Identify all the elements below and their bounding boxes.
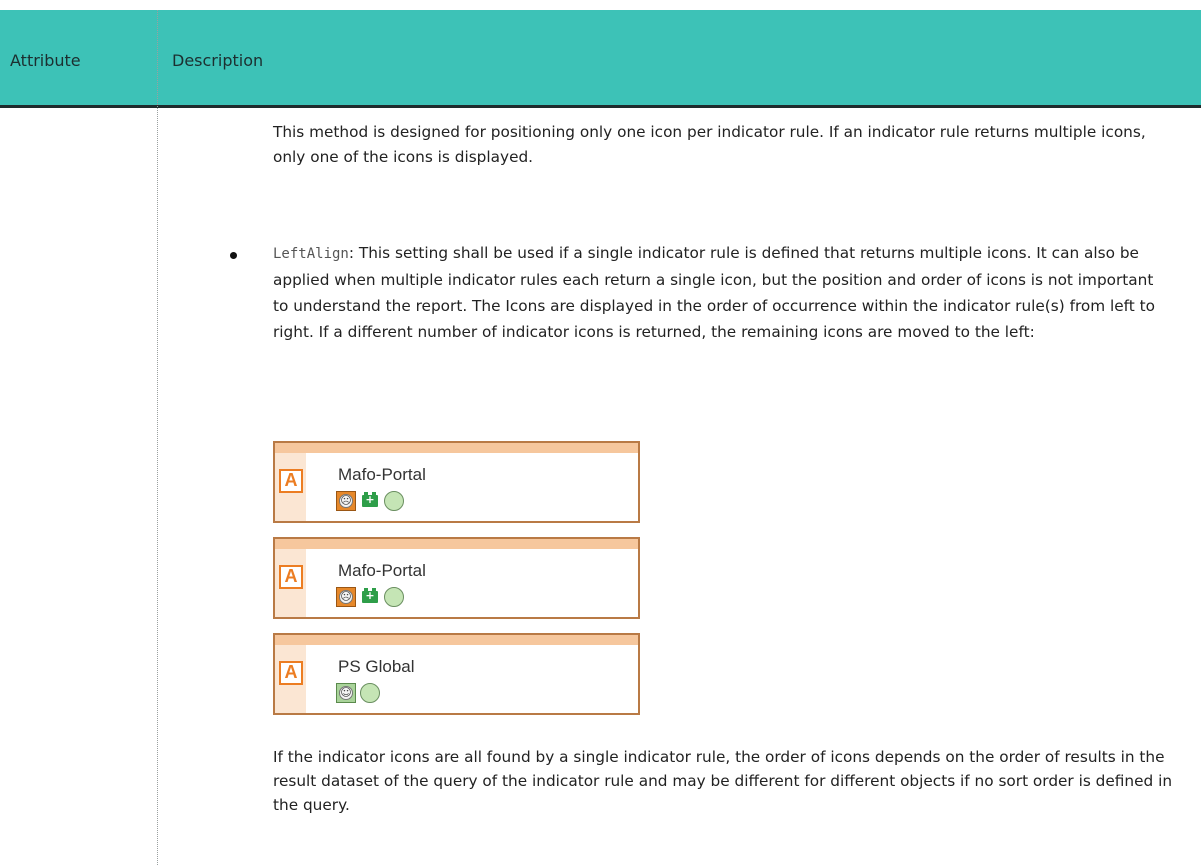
green-circle-icon — [384, 491, 404, 511]
app-logo-icon: A — [279, 469, 303, 493]
object-header-band — [275, 539, 638, 549]
header-description: Description — [172, 51, 264, 70]
sad-face-icon: ☹ — [336, 491, 356, 511]
happy-face-icon: ☺ — [336, 683, 356, 703]
app-logo-icon: A — [279, 661, 303, 685]
code-leftalign: LeftAlign — [273, 246, 349, 262]
object-box: A Mafo-Portal ☹ + — [273, 537, 640, 619]
battery-icon: + — [362, 588, 378, 603]
bullet-icon — [230, 252, 237, 259]
object-box: A PS Global ☺ — [273, 633, 640, 715]
object-label: PS Global — [338, 657, 415, 676]
battery-icon: + — [362, 492, 378, 507]
object-label: Mafo-Portal — [338, 465, 426, 484]
column-divider — [157, 10, 158, 865]
paragraph-intro: This method is designed for positioning … — [273, 123, 1146, 166]
object-box: A Mafo-Portal ☹ + — [273, 441, 640, 523]
object-label: Mafo-Portal — [338, 561, 426, 580]
paragraph-order-note: If the indicator icons are all found by … — [273, 748, 1173, 814]
object-header-band — [275, 443, 638, 453]
object-header-band — [275, 635, 638, 645]
leftalign-text: : This setting shall be used if a single… — [273, 244, 1156, 341]
green-circle-icon — [360, 683, 380, 703]
header-attribute: Attribute — [10, 51, 81, 70]
app-logo-icon: A — [279, 565, 303, 589]
green-circle-icon — [384, 587, 404, 607]
sad-face-icon: ☹ — [336, 587, 356, 607]
table-header: Attribute Description — [0, 10, 1201, 108]
paragraph-leftalign: LeftAlign: This setting shall be used if… — [273, 240, 1173, 345]
